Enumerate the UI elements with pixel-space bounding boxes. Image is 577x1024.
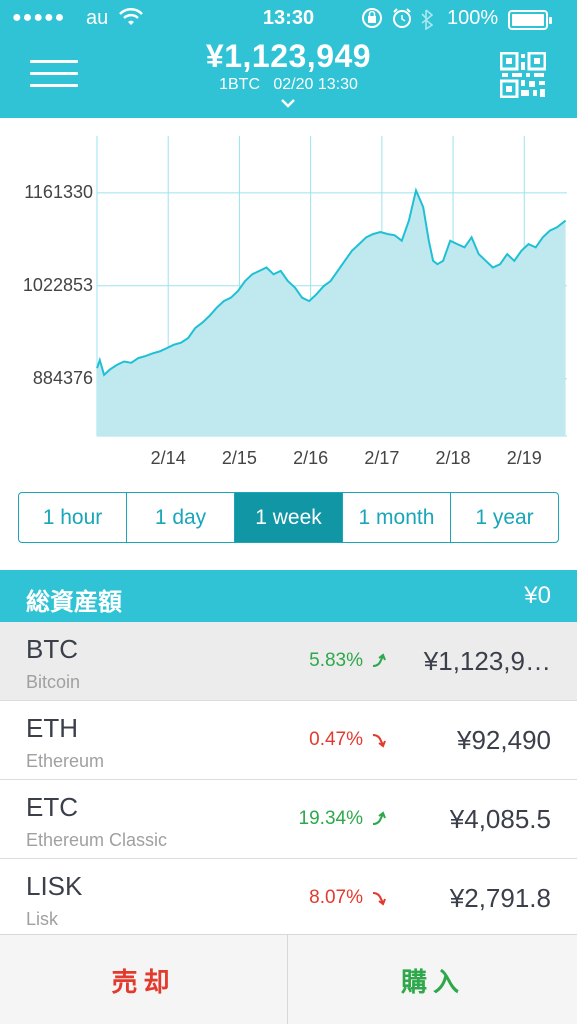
battery-percent: 100%: [447, 7, 499, 29]
coin-symbol: ETH: [26, 713, 78, 743]
coin-price: ¥1,123,9…: [423, 646, 551, 676]
total-assets-label: 総資産額: [26, 589, 122, 616]
coin-row-etc[interactable]: ETC Ethereum Classic 19.34% ¥4,085.5: [0, 780, 577, 859]
price-chart-svg: [96, 136, 567, 437]
coin-row-lisk[interactable]: LISK Lisk 8.07% ¥2,791.8: [0, 859, 577, 938]
coin-price: ¥2,791.8: [449, 883, 551, 913]
coin-change: 0.47%: [309, 729, 363, 750]
price-chart: 1161330 1022853 884376 2/14 2/15 2/16 2/17 2/1…: [0, 118, 577, 480]
trend-up-arrow-icon: [372, 811, 386, 825]
time-range-selector: 1 hour 1 day 1 week 1 month 1 year: [18, 492, 559, 543]
coin-row-eth[interactable]: ETH Ethereum 0.47% ¥92,490: [0, 701, 577, 780]
y-tick-label: 1022853: [22, 274, 93, 295]
coin-change: 19.34%: [298, 808, 363, 829]
trend-down-arrow-icon: [372, 734, 386, 748]
x-tick-label: 2/17: [364, 448, 400, 468]
range-1-hour[interactable]: 1 hour: [19, 493, 127, 542]
range-1-year[interactable]: 1 year: [451, 493, 558, 542]
sell-button[interactable]: 売却: [0, 935, 288, 1024]
coin-symbol: BTC: [26, 634, 78, 664]
coin-row-btc[interactable]: BTC Bitcoin 5.83% ¥1,123,9…: [0, 622, 577, 701]
total-assets-value: ¥0: [524, 582, 551, 609]
coin-change: 8.07%: [309, 887, 363, 908]
x-tick-label: 2/18: [435, 448, 471, 468]
coin-name: Ethereum Classic: [26, 830, 168, 850]
coin-name: Lisk: [26, 909, 59, 929]
coin-name: Bitcoin: [26, 672, 81, 692]
x-tick-label: 2/14: [150, 448, 186, 468]
trend-down-arrow-icon: [372, 892, 386, 906]
chevron-down-icon[interactable]: [281, 98, 295, 108]
price-subtitle: 1BTC 02/20 13:30: [219, 76, 358, 93]
coin-price: ¥4,085.5: [449, 804, 551, 834]
range-1-day[interactable]: 1 day: [127, 493, 235, 542]
price-area-fill: [97, 190, 566, 436]
range-1-month[interactable]: 1 month: [343, 493, 451, 542]
x-tick-label: 2/19: [506, 448, 542, 468]
status-bar: ●●●●● au 13:30 100%: [0, 0, 577, 38]
coin-name: Ethereum: [26, 751, 105, 771]
total-assets-bar: 総資産額 ¥0: [0, 570, 577, 622]
alarm-icon: [393, 8, 411, 28]
qr-code-icon[interactable]: [500, 52, 546, 98]
coin-price: ¥92,490: [457, 725, 551, 755]
btc-price: ¥1,123,949: [205, 38, 372, 74]
trend-up-arrow-icon: [372, 653, 386, 667]
app-header: ●●●●● au 13:30 100% ¥1,123,949 1BTC 02/2…: [0, 0, 577, 118]
buy-button[interactable]: 購入: [289, 935, 577, 1024]
x-tick-label: 2/16: [293, 448, 329, 468]
status-icons: [362, 8, 434, 30]
bluetooth-icon: [421, 9, 434, 30]
coin-symbol: ETC: [26, 792, 78, 822]
y-tick-label: 1161330: [24, 181, 93, 202]
action-bar: 売却 購入: [0, 934, 577, 1024]
range-1-week[interactable]: 1 week: [235, 493, 343, 542]
orientation-lock-icon: [362, 8, 382, 28]
y-tick-label: 884376: [32, 367, 93, 388]
x-tick-label: 2/15: [221, 448, 257, 468]
coin-symbol: LISK: [26, 871, 83, 901]
coin-change: 5.83%: [309, 650, 363, 671]
battery-icon: [508, 10, 552, 30]
